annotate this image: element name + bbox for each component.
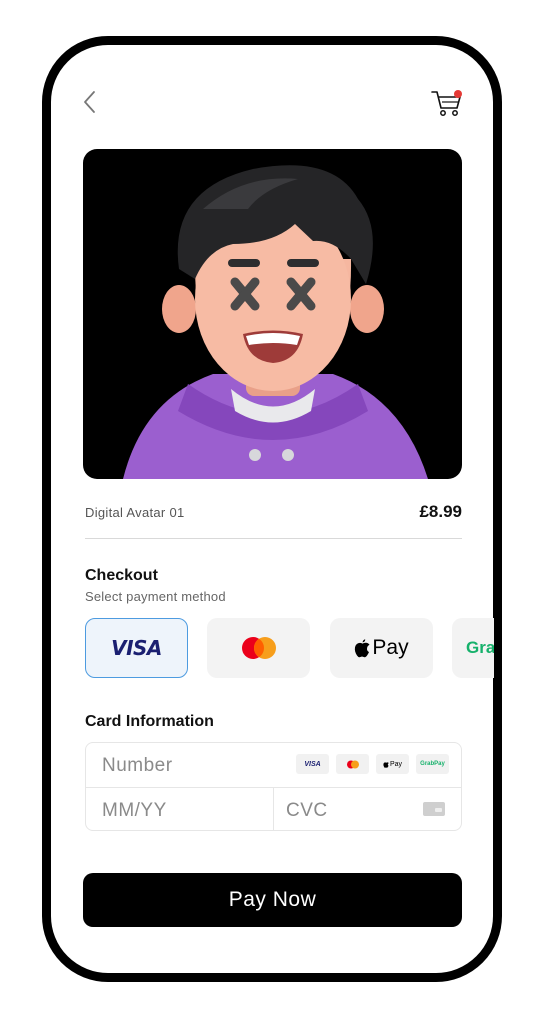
card-form: VISA Pay GrabPay [85, 742, 462, 831]
apple-pay-logo: Pay [354, 636, 409, 660]
back-button[interactable] [78, 88, 102, 116]
chevron-left-icon [84, 91, 95, 113]
cvc-input[interactable] [286, 798, 406, 824]
visa-logo: VISA [111, 636, 162, 660]
product-image [83, 149, 462, 479]
divider [85, 538, 462, 539]
cart-badge-dot [454, 90, 462, 98]
apple-pay-label: Pay [372, 636, 409, 659]
card-icon [423, 802, 445, 816]
card-info-title: Card Information [85, 713, 214, 730]
grab-pay-mini-logo: GrabPay [416, 754, 449, 774]
expiry-input[interactable] [102, 798, 262, 824]
card-number-input[interactable] [102, 753, 292, 779]
apple-pay-mini-logo: Pay [376, 754, 409, 774]
card-form-divider-vertical [273, 787, 274, 831]
checkout-title: Checkout [85, 567, 158, 584]
accepted-cards: VISA Pay GrabPay [296, 754, 449, 774]
cart-button[interactable] [430, 86, 464, 120]
visa-mini-logo: VISA [296, 754, 329, 774]
product-price: £8.99 [419, 502, 462, 521]
payment-method-mastercard[interactable] [207, 618, 310, 678]
pay-now-button[interactable]: Pay Now [83, 873, 462, 927]
apple-pay-mini-label: Pay [389, 760, 403, 768]
payment-method-grab-pay[interactable]: Gra [452, 618, 494, 678]
mastercard-logo [241, 637, 276, 659]
product-row: Digital Avatar 01 £8.99 [85, 500, 462, 526]
payment-methods: VISA Pay Gra [85, 618, 494, 679]
grab-pay-logo: Gra [466, 638, 494, 657]
mastercard-mini-logo [336, 754, 369, 774]
avatar-illustration [123, 165, 428, 479]
product-name: Digital Avatar 01 [85, 505, 185, 520]
apple-icon [355, 638, 370, 657]
apple-icon [383, 761, 389, 768]
payment-method-apple-pay[interactable]: Pay [330, 618, 433, 678]
payment-method-visa[interactable]: VISA [85, 618, 188, 678]
checkout-subtitle: Select payment method [85, 589, 226, 604]
